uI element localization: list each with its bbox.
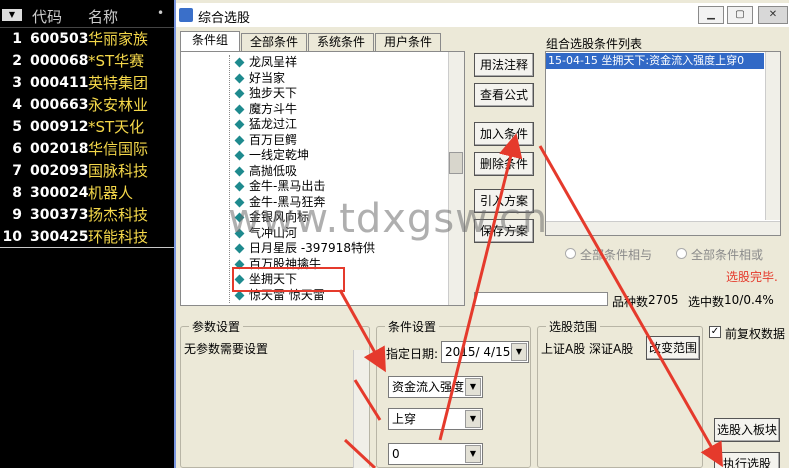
arrow-to-operator [353, 379, 382, 421]
arrow-to-add-button [438, 133, 523, 441]
arrow-to-indicator [338, 289, 386, 373]
annotation-arrows [338, 133, 723, 468]
arrow-to-value [343, 438, 377, 468]
arrow-to-execute [538, 145, 723, 468]
